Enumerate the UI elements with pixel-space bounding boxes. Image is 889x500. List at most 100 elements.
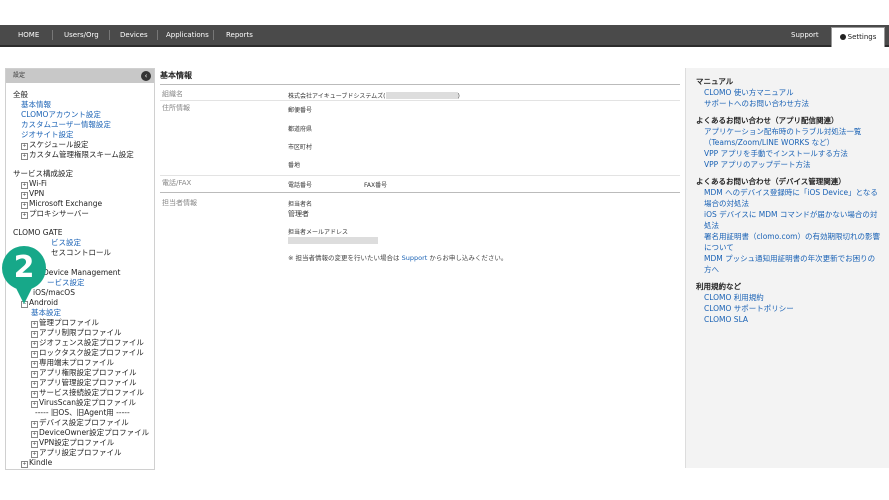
- faq-device-heading: よくあるお問い合わせ（デバイス管理関連）: [696, 177, 846, 186]
- sidebar-item-label: VPN設定プロファイル: [39, 438, 115, 447]
- city-label: 市区町村: [288, 144, 313, 151]
- sidebar-item-label: Microsoft Exchange: [29, 199, 103, 208]
- sidebar-item-label: VPN: [29, 189, 45, 198]
- sidebar-item-label: プロキシサーバー: [29, 209, 89, 218]
- sidebar-item-custom-permission[interactable]: + カスタム管理権限スキーム設定: [13, 150, 154, 160]
- divider: [160, 100, 680, 101]
- sidebar-item-wifi[interactable]: + Wi-Fi: [13, 179, 154, 189]
- contact-name-value: 管理者: [288, 210, 309, 218]
- sidebar-item-android-profile[interactable]: + 管理プロファイル: [13, 318, 154, 328]
- sidebar-item-gate-service[interactable]: ビス設定: [13, 238, 154, 248]
- help-link[interactable]: VPP アプリを手動でインストールする方法: [696, 148, 880, 159]
- help-link[interactable]: CLOMO サポートポリシー: [696, 303, 880, 314]
- help-link[interactable]: CLOMO 使い方マニュアル: [696, 87, 880, 98]
- expand-icon: +: [21, 153, 28, 160]
- sidebar-item-kindle[interactable]: + Kindle: [13, 458, 154, 468]
- sidebar-item-basic-info[interactable]: 基本情報: [13, 100, 154, 110]
- nav-support[interactable]: Support: [791, 25, 819, 45]
- sidebar-item-label: Wi-Fi: [29, 179, 47, 188]
- sidebar-old-os-divider: ----- 旧OS、旧Agent用 -----: [35, 408, 130, 417]
- sidebar-item-android-profile[interactable]: + ジオフェンス設定プロファイル: [13, 338, 154, 348]
- help-link[interactable]: アプリケーション配布時のトラブル対処法一覧（Teams/Zoom/LINE WO…: [696, 126, 880, 148]
- sidebar-item-geosite[interactable]: ジオサイト設定: [13, 130, 154, 140]
- sidebar-title: 設定: [13, 72, 26, 79]
- sidebar-item-custom-user-info[interactable]: カスタムユーザー情報設定: [13, 120, 154, 130]
- sidebar-item-label: アプリ管理設定プロファイル: [39, 378, 137, 387]
- org-label: 組織名: [162, 90, 183, 98]
- nav-devices[interactable]: Devices: [120, 25, 148, 45]
- street-label: 番地: [288, 162, 301, 169]
- sidebar-item-label: VirusScan設定プロファイル: [39, 398, 137, 407]
- settings-tab[interactable]: Settings: [831, 27, 885, 47]
- redacted-block: [385, 92, 458, 99]
- sidebar-item-label: ジオフェンス設定プロファイル: [39, 338, 144, 347]
- expand-icon: +: [31, 441, 38, 448]
- expand-icon: +: [21, 202, 28, 209]
- contact-email-label: 担当者メールアドレス: [288, 229, 349, 236]
- sidebar-item-android-profile[interactable]: + アプリ制限プロファイル: [13, 328, 154, 338]
- sidebar-item-android-profile[interactable]: + サービス接続設定プロファイル: [13, 388, 154, 398]
- sidebar-item-android-profile[interactable]: + アプリ権限設定プロファイル: [13, 368, 154, 378]
- sidebar-item-label: スケジュール設定: [29, 140, 89, 149]
- sidebar-item-ios-macos[interactable]: iOS/macOS: [13, 288, 154, 298]
- help-link[interactable]: CLOMO SLA: [696, 314, 880, 325]
- help-link[interactable]: CLOMO 利用規約: [696, 292, 880, 303]
- sidebar-item-label: Kindle: [29, 458, 53, 467]
- sidebar-item-label: アプリ権限設定プロファイル: [39, 368, 137, 377]
- terms-heading: 利用規約など: [696, 282, 741, 291]
- sidebar-item-android-old-profile[interactable]: + DeviceOwner設定プロファイル: [13, 428, 154, 438]
- section-service: サービス構成設定: [13, 169, 73, 178]
- postal-label: 郵便番号: [288, 107, 313, 114]
- sidebar-item-exchange[interactable]: + Microsoft Exchange: [13, 199, 154, 209]
- sidebar-item-android-basic[interactable]: 基本設定: [13, 308, 154, 318]
- sidebar-item-android-profile[interactable]: + ロックタスク設定プロファイル: [13, 348, 154, 358]
- sidebar-item-label: カスタム管理権限スキーム設定: [29, 150, 134, 159]
- sidebar-item-android-profile[interactable]: + VirusScan設定プロファイル: [13, 398, 154, 408]
- note-text: からお申し込みください。: [429, 254, 508, 262]
- sidebar-item-label: DeviceOwner設定プロファイル: [39, 428, 150, 437]
- manual-heading: マニュアル: [696, 77, 734, 86]
- expand-icon: +: [31, 381, 38, 388]
- help-link[interactable]: iOS デバイスに MDM コマンドが届かない場合の対処法: [696, 209, 880, 231]
- page-title: 基本情報: [160, 68, 680, 85]
- expand-icon: +: [31, 321, 38, 328]
- nav-reports[interactable]: Reports: [226, 25, 253, 45]
- sidebar-item-android[interactable]: − Android: [13, 298, 154, 308]
- sidebar-item-label: サービス接続設定プロファイル: [39, 388, 144, 397]
- sidebar-item-clomo-account[interactable]: CLOMOアカウント設定: [13, 110, 154, 120]
- step-badge-pointer: [14, 284, 34, 304]
- expand-icon: +: [31, 361, 38, 368]
- contact-change-note: ※ 担当者情報の変更を行いたい場合は Support からお申し込みください。: [288, 252, 507, 262]
- help-link[interactable]: 署名用証明書（clomo.com）の有効期限切れの影響について: [696, 231, 880, 253]
- sidebar-item-android-old-profile[interactable]: + デバイス設定プロファイル: [13, 418, 154, 428]
- sidebar-item-android-profile[interactable]: + アプリ管理設定プロファイル: [13, 378, 154, 388]
- expand-icon: +: [31, 371, 38, 378]
- note-text: ※ 担当者情報の変更を行いたい場合は: [288, 254, 400, 262]
- expand-icon: +: [31, 331, 38, 338]
- sidebar-item-android-profile[interactable]: + 専用端末プロファイル: [13, 358, 154, 368]
- sidebar-item-android-old-profile[interactable]: + VPN設定プロファイル: [13, 438, 154, 448]
- section-general: 全般: [13, 90, 28, 99]
- sidebar-item-android-old-profile[interactable]: + アプリ設定プロファイル: [13, 448, 154, 458]
- expand-icon: +: [21, 182, 28, 189]
- sidebar-item-vpn[interactable]: + VPN: [13, 189, 154, 199]
- nav-home[interactable]: HOME: [18, 25, 39, 45]
- sidebar-item-proxy[interactable]: + プロキシサーバー: [13, 209, 154, 219]
- help-link[interactable]: VPP アプリのアップデート方法: [696, 159, 880, 170]
- support-link[interactable]: Support: [402, 254, 428, 262]
- help-panel: マニュアル CLOMO 使い方マニュアル サポートへのお問い合わせ方法 よくある…: [685, 68, 889, 468]
- redacted-block: [288, 237, 378, 244]
- help-link[interactable]: MDM プッシュ通知用証明書の年次更新でお困りの方へ: [696, 253, 880, 275]
- top-navigation-bar: HOME Users/Org Devices Applications Repo…: [0, 25, 889, 47]
- collapse-sidebar-icon[interactable]: ‹: [141, 71, 151, 81]
- expand-icon: +: [31, 451, 38, 458]
- top-margin: [0, 0, 889, 25]
- nav-users-org[interactable]: Users/Org: [64, 25, 99, 45]
- nav-applications[interactable]: Applications: [166, 25, 209, 45]
- sidebar-item-label: アプリ制限プロファイル: [39, 328, 122, 337]
- help-link[interactable]: サポートへのお問い合わせ方法: [696, 98, 880, 109]
- contact-email-value: [288, 237, 378, 245]
- expand-icon: +: [21, 192, 28, 199]
- help-link[interactable]: MDM へのデバイス登録時に「iOS Device」となる場合の対処法: [696, 187, 880, 209]
- sidebar-item-schedule[interactable]: + スケジュール設定: [13, 140, 154, 150]
